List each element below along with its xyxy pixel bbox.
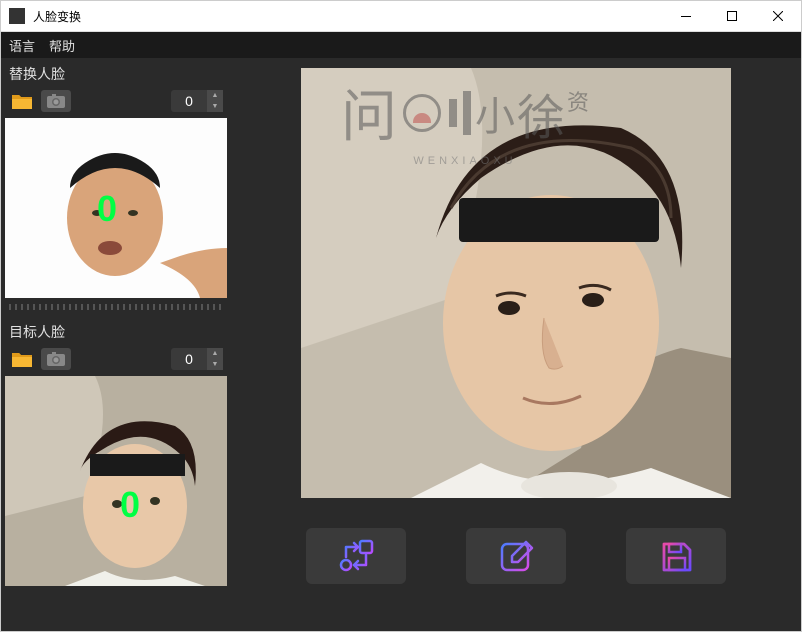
source-toolbar: 0 ▲ ▼: [1, 90, 231, 118]
save-button[interactable]: [626, 528, 726, 584]
target-camera-button[interactable]: [41, 348, 71, 370]
sidebar: 替换人脸 0: [1, 58, 231, 631]
target-counter: 0 ▲ ▼: [171, 348, 223, 370]
source-face-thumbnail[interactable]: 0: [5, 118, 227, 298]
source-face-label: 替换人脸: [1, 58, 231, 90]
maximize-button[interactable]: [709, 1, 755, 31]
app-icon: [9, 8, 25, 24]
swap-icon: [336, 537, 376, 575]
menu-help[interactable]: 帮助: [49, 36, 75, 55]
target-face-label: 目标人脸: [1, 316, 231, 348]
minimize-button[interactable]: [663, 1, 709, 31]
main-panel: 问 小 徐 资 WENXIAOXU: [231, 58, 801, 631]
menu-language[interactable]: 语言: [9, 36, 35, 55]
result-image: [301, 68, 731, 498]
target-toolbar: 0 ▲ ▼: [1, 348, 231, 376]
source-folder-button[interactable]: [9, 90, 35, 112]
target-counter-up[interactable]: ▲: [207, 348, 223, 359]
source-face-marker: 0: [97, 188, 117, 230]
window-title: 人脸变换: [33, 8, 81, 25]
close-button[interactable]: [755, 1, 801, 31]
folder-icon: [12, 351, 32, 367]
app-window: 人脸变换 语言 帮助 替换人脸: [0, 0, 802, 632]
target-face-marker: 0: [120, 484, 140, 526]
result-preview[interactable]: [301, 68, 731, 498]
source-counter: 0 ▲ ▼: [171, 90, 223, 112]
content-area: 替换人脸 0: [1, 58, 801, 631]
target-folder-button[interactable]: [9, 348, 35, 370]
edit-icon: [498, 538, 534, 574]
target-face-thumbnail[interactable]: 0: [5, 376, 227, 586]
target-counter-down[interactable]: ▼: [207, 359, 223, 370]
edit-button[interactable]: [466, 528, 566, 584]
camera-icon: [47, 94, 65, 108]
source-counter-value: 0: [171, 90, 207, 112]
save-icon: [658, 538, 694, 574]
minimize-icon: [681, 16, 691, 17]
titlebar: 人脸变换: [1, 1, 801, 32]
target-face-image: [5, 376, 227, 586]
target-counter-value: 0: [171, 348, 207, 370]
source-counter-down[interactable]: ▼: [207, 101, 223, 112]
source-camera-button[interactable]: [41, 90, 71, 112]
swap-button[interactable]: [306, 528, 406, 584]
panel-divider[interactable]: [9, 304, 223, 310]
close-icon: [773, 11, 783, 21]
source-counter-up[interactable]: ▲: [207, 90, 223, 101]
action-toolbar: [249, 528, 783, 584]
menubar: 语言 帮助: [1, 32, 801, 58]
camera-icon: [47, 352, 65, 366]
maximize-icon: [727, 11, 737, 21]
folder-icon: [12, 93, 32, 109]
